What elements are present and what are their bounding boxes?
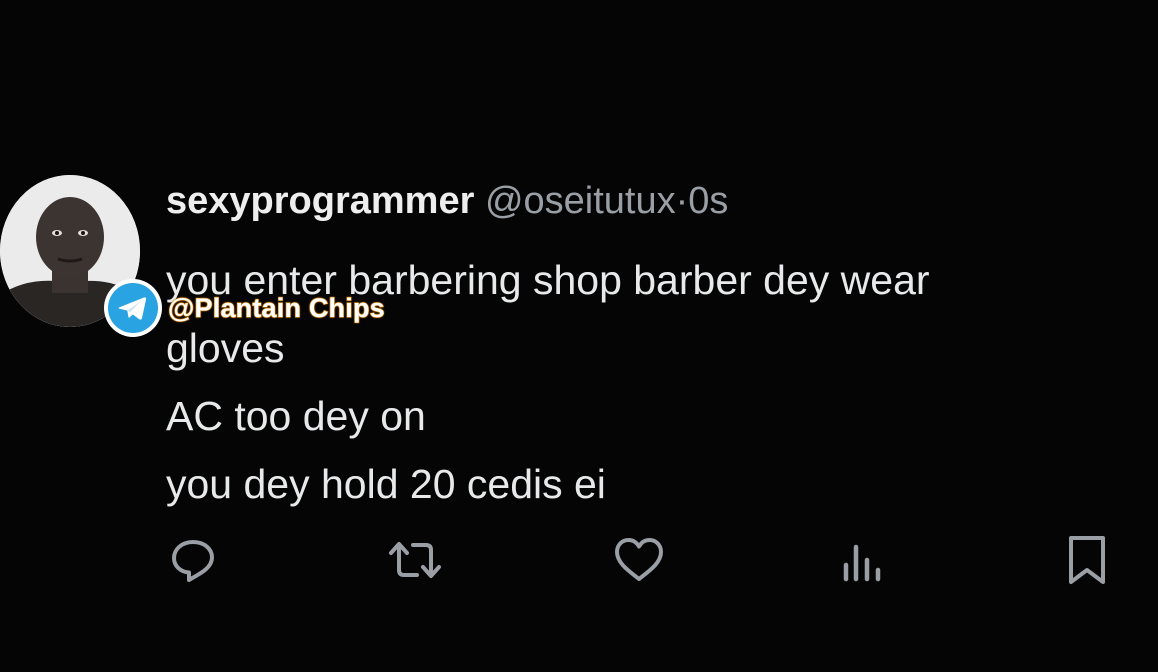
telegram-icon [104, 279, 162, 337]
tweet-header: sexyprogrammer @oseitutux·0s [166, 176, 728, 226]
separator-dot: · [675, 180, 689, 222]
views-icon[interactable] [834, 532, 890, 588]
tweet-card[interactable]: sexyprogrammer @oseitutux·0s you enter b… [0, 0, 1158, 672]
bookmark-icon[interactable] [1059, 532, 1115, 588]
tweet-line: you dey hold 20 cedis ei [166, 461, 606, 507]
tweet-line: AC too dey on [166, 393, 426, 439]
reply-icon[interactable] [165, 532, 221, 588]
user-handle[interactable]: @oseitutux [485, 180, 676, 222]
screenshot-page: sexyprogrammer @oseitutux·0s you enter b… [0, 0, 1158, 672]
timestamp[interactable]: 0s [688, 180, 728, 222]
like-icon[interactable] [611, 532, 667, 588]
retweet-icon[interactable] [387, 532, 443, 588]
watermark-text: @Plantain Chips [167, 292, 385, 323]
display-name[interactable]: sexyprogrammer [166, 180, 474, 222]
watermark: @Plantain Chips [104, 278, 385, 338]
action-bar [0, 532, 1158, 596]
